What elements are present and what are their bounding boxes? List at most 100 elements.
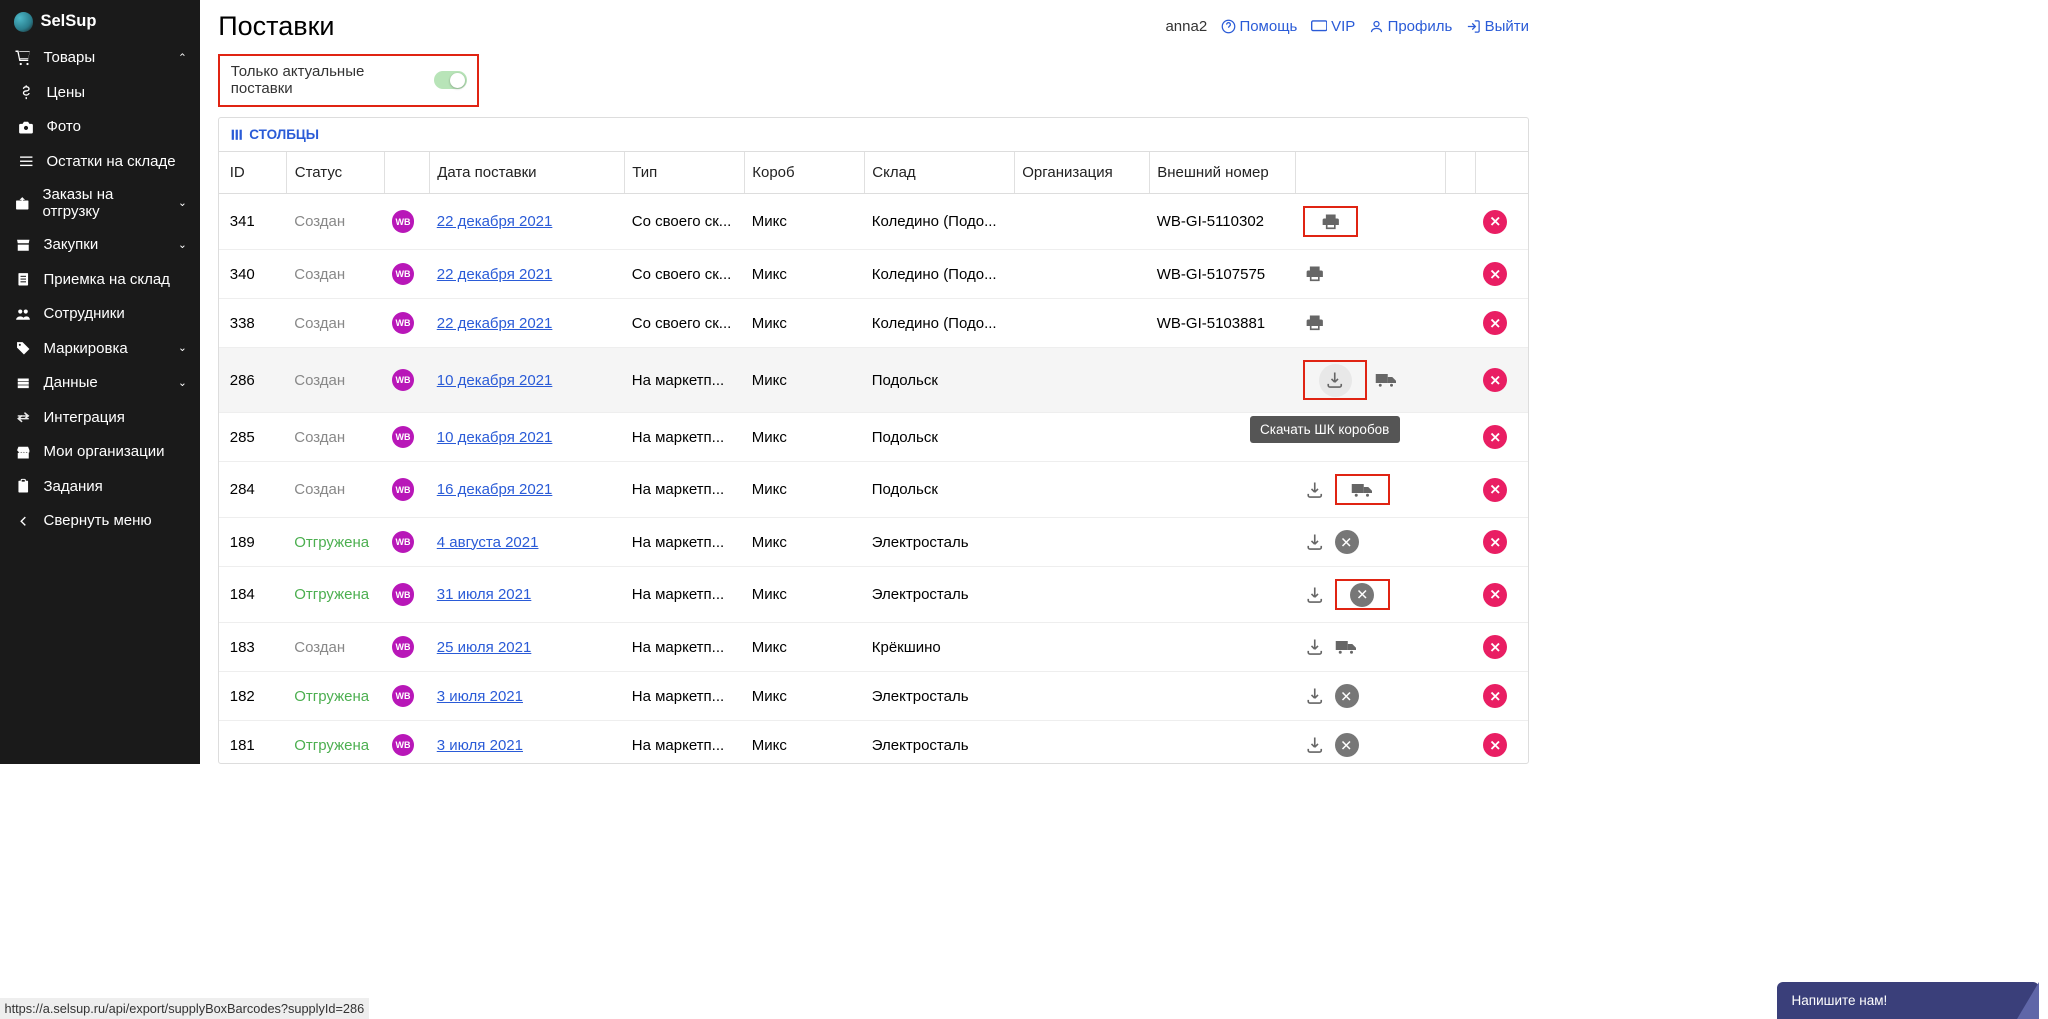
column-header-6[interactable]: Склад	[864, 152, 1014, 194]
print-icon[interactable]	[1303, 311, 1327, 335]
profile-link[interactable]: Профиль	[1369, 18, 1453, 35]
cell-stock: Крёкшино	[864, 623, 1014, 672]
cell-type: На маркетп...	[624, 462, 744, 518]
cell-status: Создан	[287, 413, 385, 462]
delete-button[interactable]	[1483, 425, 1507, 449]
sidebar-item-8[interactable]: Мои организации	[0, 435, 200, 470]
table-row[interactable]: 340СозданWB22 декабря 2021Со своего ск..…	[219, 250, 1528, 299]
download-icon[interactable]	[1303, 478, 1327, 502]
supply-date-link[interactable]: 22 декабря 2021	[437, 315, 553, 332]
table-row[interactable]: 286СозданWB10 декабря 2021На маркетп...М…	[219, 348, 1528, 413]
sidebar-subitem-0-1[interactable]: Фото	[0, 110, 200, 145]
sidebar-subitem-0-2[interactable]: Остатки на складе	[0, 144, 200, 179]
column-header-11[interactable]	[1476, 152, 1529, 194]
cell-date: 31 июля 2021	[429, 567, 624, 623]
print-icon[interactable]	[1303, 262, 1327, 286]
chat-widget[interactable]: Напишите нам!	[1777, 982, 2040, 1019]
column-header-0[interactable]: ID	[219, 152, 287, 194]
supply-date-link[interactable]: 16 декабря 2021	[437, 481, 553, 498]
table-row[interactable]: 183СозданWB25 июля 2021На маркетп...Микс…	[219, 623, 1528, 672]
cell-type: На маркетп...	[624, 623, 744, 672]
sidebar-item-9[interactable]: Задания	[0, 469, 200, 504]
print-icon[interactable]	[1319, 210, 1343, 234]
brand[interactable]: SelSup	[0, 0, 200, 41]
delete-button[interactable]	[1483, 478, 1507, 502]
sidebar-item-3[interactable]: Приемка на склад	[0, 262, 200, 297]
truck-icon[interactable]	[1350, 478, 1374, 502]
table-row[interactable]: 181ОтгруженаWB3 июля 2021На маркетп...Ми…	[219, 721, 1528, 765]
truck-icon[interactable]	[1335, 635, 1359, 659]
supply-date-link[interactable]: 3 июля 2021	[437, 737, 523, 754]
table-row[interactable]: 184ОтгруженаWB31 июля 2021На маркетп...М…	[219, 567, 1528, 623]
column-header-8[interactable]: Внешний номер	[1149, 152, 1295, 194]
vip-link[interactable]: VIP	[1311, 18, 1355, 35]
chevron-up-icon: ⌃	[178, 52, 187, 64]
column-header-2[interactable]	[384, 152, 429, 194]
supply-date-link[interactable]: 4 августа 2021	[437, 534, 539, 551]
cancel-icon[interactable]	[1350, 583, 1374, 607]
sidebar-item-7[interactable]: Интеграция	[0, 400, 200, 435]
delete-button[interactable]	[1483, 530, 1507, 554]
column-header-1[interactable]: Статус	[287, 152, 385, 194]
delete-button[interactable]	[1483, 733, 1507, 757]
cell-date: 16 декабря 2021	[429, 462, 624, 518]
cancel-icon[interactable]	[1335, 530, 1359, 554]
column-header-5[interactable]: Короб	[744, 152, 864, 194]
download-icon[interactable]	[1303, 635, 1327, 659]
table-row[interactable]: 284СозданWB16 декабря 2021На маркетп...М…	[219, 462, 1528, 518]
sidebar-item-0[interactable]: Товары⌃	[0, 41, 200, 76]
column-header-9[interactable]	[1296, 152, 1446, 194]
table-row[interactable]: 182ОтгруженаWB3 июля 2021На маркетп...Ми…	[219, 672, 1528, 721]
delete-button[interactable]	[1483, 635, 1507, 659]
help-link[interactable]: Помощь	[1221, 18, 1298, 35]
columns-button[interactable]: СТОЛБЦЫ	[219, 118, 1528, 152]
delete-button[interactable]	[1483, 262, 1507, 286]
column-header-3[interactable]: Дата поставки	[429, 152, 624, 194]
column-header-7[interactable]: Организация	[1014, 152, 1149, 194]
supply-date-link[interactable]: 10 декабря 2021	[437, 372, 553, 389]
logout-link[interactable]: Выйти	[1466, 18, 1529, 35]
cell-date: 10 декабря 2021	[429, 348, 624, 413]
download-icon[interactable]	[1303, 733, 1327, 757]
sidebar-item-6[interactable]: Данные⌄	[0, 366, 200, 401]
sidebar-item-5[interactable]: Маркировка⌄	[0, 331, 200, 366]
delete-button[interactable]	[1483, 210, 1507, 234]
supply-date-link[interactable]: 31 июля 2021	[437, 586, 532, 603]
sidebar-item-label: Приемка на склад	[44, 271, 170, 288]
sidebar-subitem-0-0[interactable]: Цены	[0, 75, 200, 110]
supply-date-link[interactable]: 22 декабря 2021	[437, 266, 553, 283]
column-header-4[interactable]: Тип	[624, 152, 744, 194]
cell-stock: Коледино (Подо...	[864, 299, 1014, 348]
cancel-icon[interactable]	[1335, 733, 1359, 757]
truck-icon[interactable]	[1375, 368, 1399, 392]
sidebar-item-4[interactable]: Сотрудники	[0, 297, 200, 332]
cell-box: Микс	[744, 672, 864, 721]
delete-button[interactable]	[1483, 583, 1507, 607]
cell-actions	[1296, 194, 1446, 250]
supply-date-link[interactable]: 22 декабря 2021	[437, 213, 553, 230]
download-icon[interactable]	[1303, 583, 1327, 607]
cell-date: 10 декабря 2021	[429, 413, 624, 462]
download-icon[interactable]	[1303, 684, 1327, 708]
table-row[interactable]: 338СозданWB22 декабря 2021Со своего ск..…	[219, 299, 1528, 348]
sidebar-item-2[interactable]: Закупки⌄	[0, 228, 200, 263]
column-header-10[interactable]	[1446, 152, 1476, 194]
supply-date-link[interactable]: 25 июля 2021	[437, 639, 532, 656]
delete-button[interactable]	[1483, 368, 1507, 392]
sidebar-item-10[interactable]: Свернуть меню	[0, 504, 200, 539]
actual-supplies-toggle[interactable]	[434, 71, 467, 89]
cell-stock: Коледино (Подо...	[864, 194, 1014, 250]
brand-logo-icon	[14, 12, 34, 32]
delete-button[interactable]	[1483, 684, 1507, 708]
download-barcodes-tooltip: Скачать ШК коробов	[1250, 416, 1400, 443]
download-icon[interactable]	[1303, 530, 1327, 554]
supply-date-link[interactable]: 10 декабря 2021	[437, 429, 553, 446]
chevron-down-icon: ⌄	[178, 342, 187, 354]
table-row[interactable]: 189ОтгруженаWB4 августа 2021На маркетп..…	[219, 518, 1528, 567]
download-icon[interactable]	[1319, 364, 1352, 397]
supply-date-link[interactable]: 3 июля 2021	[437, 688, 523, 705]
cancel-icon[interactable]	[1335, 684, 1359, 708]
table-row[interactable]: 341СозданWB22 декабря 2021Со своего ск..…	[219, 194, 1528, 250]
delete-button[interactable]	[1483, 311, 1507, 335]
sidebar-item-1[interactable]: Заказы на отгрузку⌄	[0, 179, 200, 228]
